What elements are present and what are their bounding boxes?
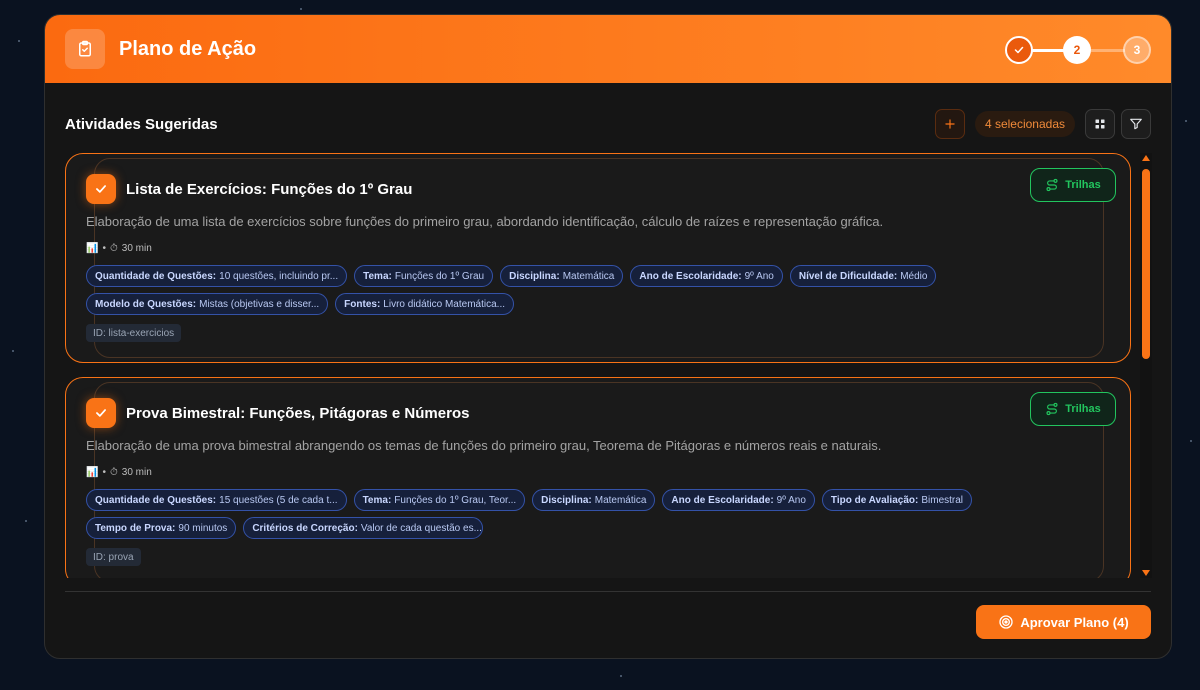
scroll-up-arrow-icon[interactable] [1142,155,1150,161]
activity-checkbox[interactable] [86,398,116,428]
param-chip: Nível de Dificuldade: Médio [789,265,937,287]
activity-description: Elaboração de uma prova bimestral abrang… [86,438,882,453]
approve-plan-label: Aprovar Plano (4) [1020,614,1129,630]
background-star [620,675,622,677]
activities-toolbar: 4 selecionadas [934,109,1151,139]
param-chip: Tipo de Avaliação: Bimestral [821,489,973,511]
scrollbar-thumb[interactable] [1142,169,1150,359]
activity-id-tag: ID: lista-exercicios [86,324,182,342]
param-chip: Ano de Escolaridade: 9º Ano [662,489,815,511]
background-star [1190,440,1192,442]
trails-label: Trilhas [1065,179,1101,191]
param-chip: Fontes: Livro didático Matemática... [335,293,514,315]
chart-icon: 📊 [86,243,99,254]
background-star [1185,120,1187,122]
param-chip: Tema: Funções do 1º Grau [354,265,494,287]
trails-button[interactable]: Trilhas [1030,392,1116,426]
clock-icon: ⏱ [109,467,118,478]
grid-view-button[interactable] [1085,109,1115,139]
chart-icon: 📊 [86,467,99,478]
section-title: Atividades Sugeridas [65,116,218,133]
activity-id-tag: ID: prova [86,548,141,566]
plus-icon [945,119,955,129]
param-chip: Modelo de Questões: Mistas (objetivas e d… [86,293,329,315]
param-chip: Quantidade de Questões: 15 questões (5 de… [86,489,347,511]
trails-label: Trilhas [1065,403,1101,415]
approve-plan-button[interactable]: Aprovar Plano (4) [976,605,1151,639]
check-icon [96,185,106,193]
selected-count-badge: 4 selecionadas [974,111,1075,137]
check-icon [1014,46,1024,54]
page-title: Plano de Ação [119,37,257,60]
activity-checkbox[interactable] [86,174,116,204]
param-chip: Disciplina: Matemática [532,489,656,511]
param-chip: Quantidade de Questões: 10 questões, incl… [86,265,348,287]
background-star [25,520,27,522]
panel-header: Plano de Ação 2 3 [45,15,1171,83]
clipboard-check-icon [65,29,105,69]
activity-chips: Quantidade de Questões: 10 questões, incl… [86,265,1106,315]
route-icon [1046,402,1058,416]
param-chip: Tempo de Prova: 90 minutos [86,517,237,539]
param-chip: Ano de Escolaridade: 9º Ano [630,265,783,287]
footer-divider [65,591,1151,592]
step-1-done[interactable] [1005,36,1033,64]
check-icon [96,409,106,417]
meta-separator: • [102,467,106,478]
clock-icon: ⏱ [109,243,118,254]
param-chip: Critérios de Correção: Valor de cada ques… [243,517,484,539]
activity-duration: 30 min [121,467,152,478]
add-activity-button[interactable] [934,109,965,139]
step-3-pending[interactable]: 3 [1123,36,1151,64]
background-star [12,350,14,352]
grid-icon [1095,119,1105,129]
activity-duration: 30 min [121,243,152,254]
target-icon [999,615,1013,629]
scroll-down-arrow-icon[interactable] [1142,570,1150,576]
activity-title: Prova Bimestral: Funções, Pitágoras e Nú… [126,405,470,422]
activity-meta: 📊 • ⏱ 30 min [86,243,152,254]
filter-button[interactable] [1121,109,1151,139]
step-connector [1031,49,1067,52]
step-connector [1091,49,1125,52]
param-chip: Disciplina: Matemática [500,265,624,287]
activity-card[interactable]: Prova Bimestral: Funções, Pitágoras e Nú… [65,377,1131,578]
action-plan-panel: Plano de Ação 2 3 Atividades Sugeridas 4… [44,14,1172,659]
activity-description: Elaboração de uma lista de exercícios so… [86,214,884,229]
filter-icon [1130,118,1142,130]
activities-list[interactable]: Lista de Exercícios: Funções do 1º Grau … [65,153,1133,578]
activity-meta: 📊 • ⏱ 30 min [86,467,152,478]
activity-chips: Quantidade de Questões: 15 questões (5 de… [86,489,1106,539]
activity-card[interactable]: Lista de Exercícios: Funções do 1º Grau … [65,153,1131,363]
route-icon [1046,178,1058,192]
background-star [300,8,302,10]
list-scrollbar[interactable] [1140,153,1152,578]
trails-button[interactable]: Trilhas [1030,168,1116,202]
param-chip: Tema: Funções do 1º Grau, Teor... [353,489,526,511]
activity-title: Lista de Exercícios: Funções do 1º Grau [126,181,413,198]
step-2-current[interactable]: 2 [1063,36,1091,64]
background-star [18,40,20,42]
progress-stepper: 2 3 [1005,36,1151,64]
meta-separator: • [102,243,106,254]
